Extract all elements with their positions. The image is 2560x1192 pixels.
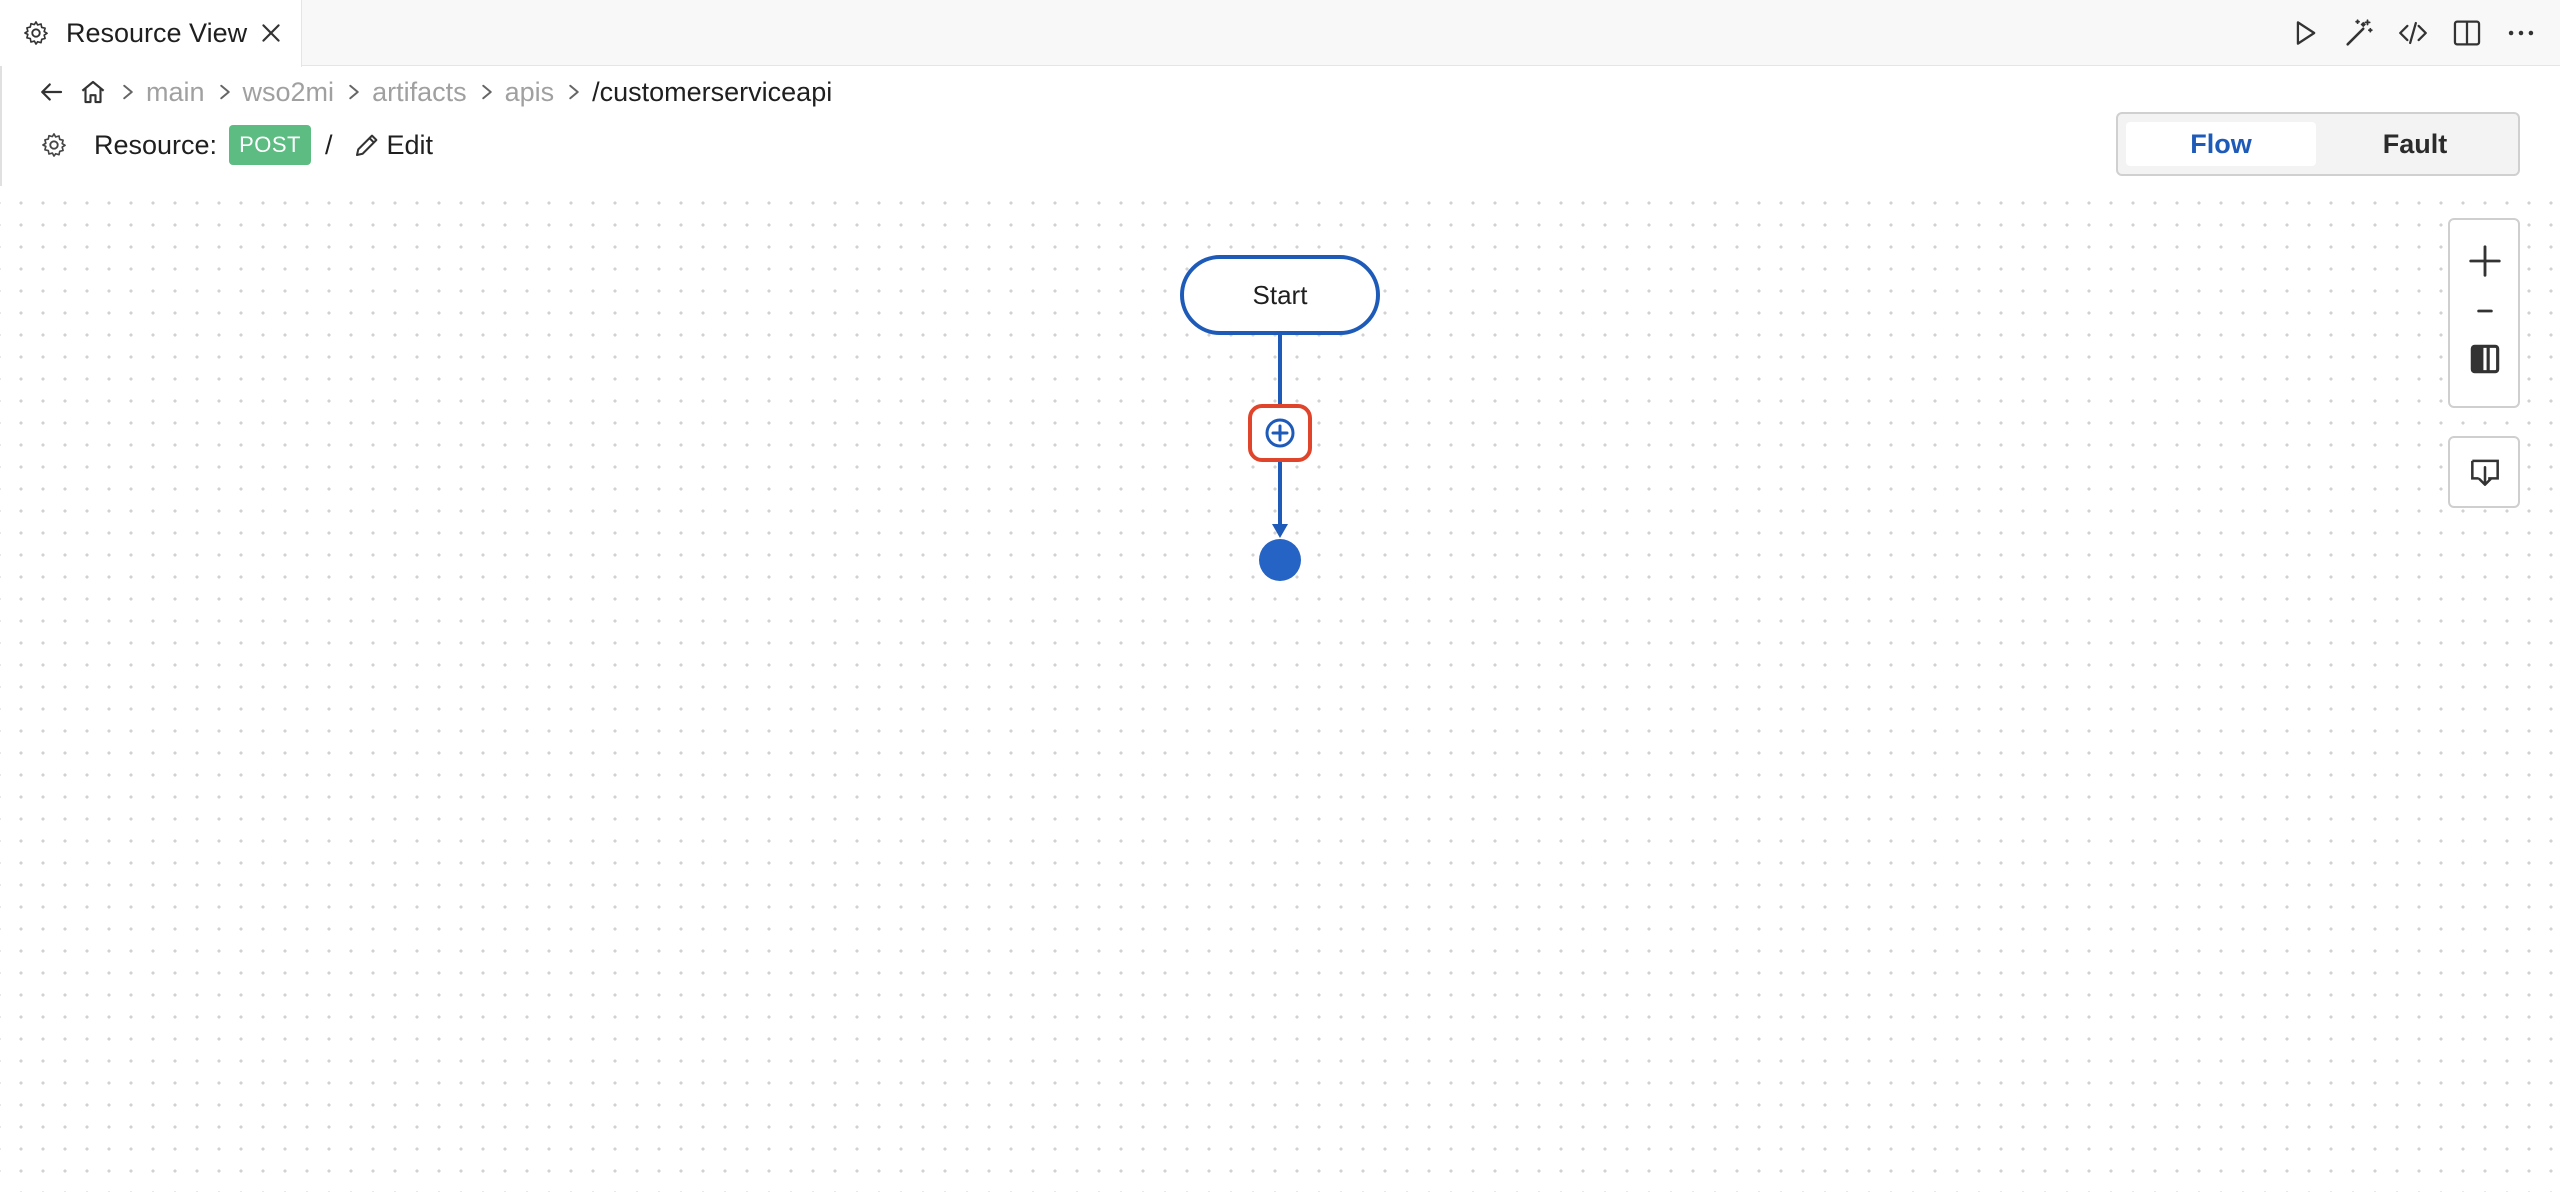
run-icon[interactable] [2288, 16, 2322, 50]
pencil-icon [356, 134, 378, 156]
chevron-right-icon [569, 84, 579, 100]
chevron-right-icon [349, 84, 359, 100]
home-icon[interactable] [78, 77, 108, 107]
arrow-head [1272, 524, 1288, 538]
breadcrumb-item-wso2mi[interactable]: wso2mi [243, 77, 335, 107]
gear-icon [24, 21, 48, 45]
start-node-label: Start [1253, 280, 1309, 310]
close-icon[interactable] [258, 20, 284, 46]
zoom-controls [2448, 218, 2520, 408]
edit-label: Edit [386, 129, 434, 160]
end-node[interactable] [1259, 539, 1301, 581]
breadcrumb: main wso2mi artifacts apis /customerserv… [36, 72, 832, 112]
edit-button[interactable]: Edit [352, 130, 433, 161]
split-editor-icon[interactable] [2450, 16, 2484, 50]
diagram-canvas[interactable]: Start [0, 186, 2560, 1192]
tab-bar: Resource View [0, 0, 2560, 67]
breadcrumb-item-artifacts[interactable]: artifacts [372, 77, 467, 107]
tab-title: Resource View [66, 18, 248, 48]
start-node[interactable]: Start [1180, 255, 1380, 335]
chevron-right-icon [481, 84, 492, 100]
breadcrumb-item-main[interactable]: main [146, 77, 205, 107]
code-icon[interactable] [2396, 16, 2430, 50]
zoom-out-icon[interactable] [2466, 292, 2504, 330]
chevron-right-icon [219, 84, 230, 100]
chevron-right-icon [123, 84, 133, 100]
tab-flow[interactable]: Flow [2126, 122, 2316, 166]
resource-view-app: Resource View main wso2mi artifacts apis… [0, 0, 2560, 1192]
gear-icon [42, 133, 66, 157]
view-toggle: Flow Fault [2116, 112, 2520, 176]
download-image-icon[interactable] [2466, 453, 2504, 491]
tab-fault[interactable]: Fault [2320, 122, 2510, 166]
resource-header: Resource: POST / Edit [40, 120, 433, 170]
download-controls [2448, 436, 2520, 508]
fit-to-screen-icon[interactable] [2466, 340, 2504, 378]
breadcrumb-item-apis[interactable]: apis [505, 77, 555, 107]
zoom-in-icon[interactable] [2466, 242, 2504, 280]
magic-wand-icon[interactable] [2342, 16, 2376, 50]
breadcrumb-item-current: /customerserviceapi [592, 77, 833, 107]
resource-label: Resource: [94, 130, 218, 160]
flow-diagram: Start [1180, 255, 1380, 581]
more-actions-icon[interactable] [2504, 16, 2538, 50]
method-badge: POST [229, 125, 311, 165]
add-mediator-button[interactable] [1248, 404, 1312, 462]
resource-path: / [324, 129, 333, 160]
tab-resource-view[interactable]: Resource View [0, 0, 302, 67]
editor-actions [2288, 16, 2542, 50]
back-arrow-icon[interactable] [36, 77, 66, 107]
